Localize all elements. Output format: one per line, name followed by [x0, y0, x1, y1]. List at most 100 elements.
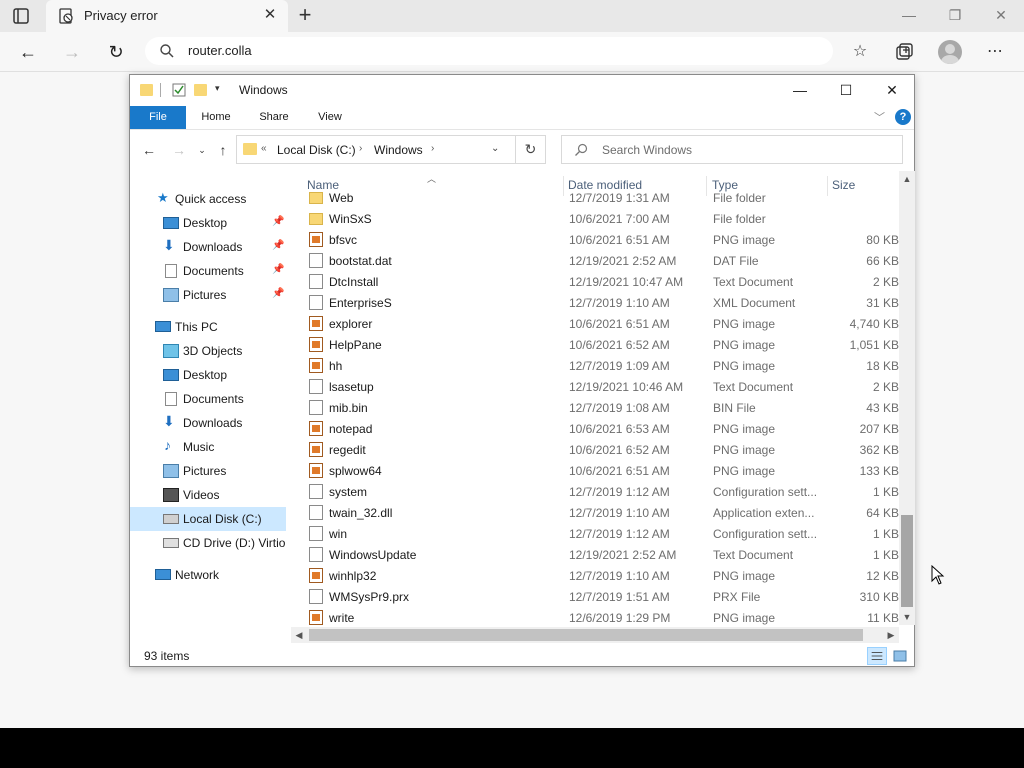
scroll-down-icon[interactable]: ▼ — [899, 609, 915, 625]
collections-icon[interactable] — [892, 40, 916, 64]
file-row[interactable]: system 12/7/2019 1:12 AM Configuration set… — [291, 481, 901, 502]
nav-3d-objects[interactable]: 3D Objects — [130, 339, 286, 363]
nav-pictures[interactable]: Pictures — [130, 459, 286, 483]
new-folder-icon[interactable] — [194, 84, 207, 96]
nav-network[interactable]: Network — [130, 563, 286, 587]
file-row[interactable]: EnterpriseS 12/7/2019 1:10 AM XML Document… — [291, 292, 901, 313]
horizontal-scrollbar[interactable]: ◀ ▶ — [291, 627, 899, 643]
back-button[interactable]: ← — [139, 140, 159, 160]
search-input[interactable]: Search Windows — [561, 135, 903, 164]
file-row[interactable]: splwow64 10/6/2021 6:51 AM PNG image 133 KB — [291, 460, 901, 481]
file-row[interactable]: WindowsUpdate 12/19/2021 2:52 AM Text Docu… — [291, 544, 901, 565]
more-options-icon[interactable]: ⋯ — [983, 40, 1007, 64]
file-row[interactable]: twain_32.dll 12/7/2019 1:10 AM Application… — [291, 502, 901, 523]
pin-icon[interactable]: 📌 — [272, 288, 284, 299]
breadcrumb-local-disk[interactable]: Local Disk (C:) — [277, 143, 356, 157]
up-button[interactable]: ↑ — [213, 140, 233, 160]
tab-view[interactable]: View — [308, 106, 352, 129]
help-icon[interactable]: ? — [895, 109, 911, 125]
file-row[interactable]: winhlp32 12/7/2019 1:10 AM PNG image 12 KB — [291, 565, 901, 586]
refresh-button[interactable]: ↻ — [516, 135, 546, 164]
nav-downloads[interactable]: ⬇ Downloads — [130, 411, 286, 435]
overflow-chevron-icon[interactable]: « — [261, 143, 267, 154]
nav-quick-downloads[interactable]: ⬇ Downloads 📌 — [130, 235, 286, 259]
refresh-button[interactable]: ↻ — [104, 40, 128, 64]
file-row[interactable]: write 12/6/2019 1:29 PM PNG image 11 KB — [291, 607, 901, 627]
nav-quick-pictures[interactable]: Pictures 📌 — [130, 283, 286, 307]
chevron-down-icon[interactable]: ⌄ — [491, 143, 499, 154]
tab-file[interactable]: File — [130, 106, 186, 129]
nav-documents[interactable]: Documents — [130, 387, 286, 411]
nav-videos[interactable]: Videos — [130, 483, 286, 507]
back-button[interactable]: ← — [16, 40, 40, 64]
breadcrumb-windows[interactable]: Windows — [374, 143, 423, 157]
favorites-star-icon[interactable]: ☆ — [848, 40, 872, 64]
breadcrumb-separator-icon[interactable]: › — [431, 143, 434, 154]
file-row[interactable]: regedit 10/6/2021 6:52 AM PNG image 362 KB — [291, 439, 901, 460]
file-row[interactable]: win 12/7/2019 1:12 AM Configuration sett..… — [291, 523, 901, 544]
browser-tab[interactable]: Privacy error ✕ — [46, 0, 288, 32]
close-icon[interactable]: ✕ — [869, 75, 915, 105]
nav-cd-drive[interactable]: CD Drive (D:) Virtio — [130, 531, 286, 555]
new-tab-button[interactable]: + — [294, 4, 316, 26]
file-name: hh — [329, 359, 343, 373]
cd-drive-icon — [163, 538, 179, 548]
address-bar[interactable]: router.colla — [145, 37, 833, 65]
file-row[interactable]: WMSysPr9.prx 12/7/2019 1:51 AM PRX File 310… — [291, 586, 901, 607]
expand-ribbon-icon[interactable]: ﹀ — [874, 109, 885, 125]
pin-icon[interactable]: 📌 — [272, 240, 284, 251]
nav-quick-desktop[interactable]: Desktop 📌 — [130, 211, 286, 235]
vertical-scrollbar[interactable]: ▲ ▼ — [899, 171, 915, 625]
documents-icon — [165, 264, 177, 278]
file-name: lsasetup — [329, 380, 374, 394]
file-row[interactable]: bfsvc 10/6/2021 6:51 AM PNG image 80 KB — [291, 229, 901, 250]
file-row[interactable]: mib.bin 12/7/2019 1:08 AM BIN File 43 KB — [291, 397, 901, 418]
file-row[interactable]: lsasetup 12/19/2021 10:46 AM Text Document… — [291, 376, 901, 397]
breadcrumb-separator-icon[interactable]: › — [359, 143, 362, 154]
file-row[interactable]: explorer 10/6/2021 6:51 AM PNG image 4,740 … — [291, 313, 901, 334]
file-row[interactable]: bootstat.dat 12/19/2021 2:52 AM DAT File 66… — [291, 250, 901, 271]
tab-actions-icon[interactable] — [12, 7, 30, 25]
nav-this-pc[interactable]: This PC — [130, 315, 286, 339]
tab-share[interactable]: Share — [252, 106, 296, 129]
close-tab-icon[interactable]: ✕ — [262, 7, 278, 23]
forward-button[interactable]: → — [60, 40, 84, 64]
tab-home[interactable]: Home — [194, 106, 238, 129]
nav-desktop[interactable]: Desktop — [130, 363, 286, 387]
customize-qat-icon[interactable]: ▾ — [215, 83, 220, 94]
file-row[interactable]: hh 12/7/2019 1:09 AM PNG image 18 KB — [291, 355, 901, 376]
minimize-icon[interactable]: — — [898, 5, 920, 25]
pin-icon[interactable]: 📌 — [272, 264, 284, 275]
forward-button[interactable]: → — [169, 140, 189, 160]
file-row[interactable]: notepad 10/6/2021 6:53 AM PNG image 207 KB — [291, 418, 901, 439]
scrollbar-thumb[interactable] — [309, 629, 863, 641]
file-date: 12/7/2019 1:12 AM — [569, 527, 670, 541]
close-window-icon[interactable]: ✕ — [990, 5, 1012, 25]
maximize-icon[interactable]: ☐ — [823, 75, 869, 105]
scrollbar-thumb[interactable] — [901, 515, 913, 607]
large-icons-view-icon[interactable] — [890, 647, 910, 665]
nav-quick-documents[interactable]: Documents 📌 — [130, 259, 286, 283]
file-type: DAT File — [713, 254, 759, 268]
address-breadcrumb[interactable]: « Local Disk (C:) › Windows › ⌄ — [236, 135, 516, 164]
drive-icon — [163, 514, 179, 524]
nav-local-disk[interactable]: Local Disk (C:) — [130, 507, 286, 531]
file-row[interactable]: WinSxS 10/6/2021 7:00 AM File folder — [291, 208, 901, 229]
file-type: BIN File — [713, 401, 756, 415]
file-type: PNG image — [713, 443, 776, 457]
nav-music[interactable]: ♪ Music — [130, 435, 286, 459]
scroll-up-icon[interactable]: ▲ — [899, 171, 915, 187]
details-view-icon[interactable] — [867, 647, 887, 665]
pin-icon[interactable]: 📌 — [272, 216, 284, 227]
scroll-right-icon[interactable]: ▶ — [883, 627, 899, 643]
minimize-icon[interactable]: — — [777, 75, 823, 105]
scroll-left-icon[interactable]: ◀ — [291, 627, 307, 643]
recent-locations-icon[interactable]: ⌄ — [192, 140, 212, 160]
profile-avatar[interactable] — [938, 40, 962, 64]
file-row[interactable]: HelpPane 10/6/2021 6:52 AM PNG image 1,051 … — [291, 334, 901, 355]
restore-icon[interactable]: ❐ — [944, 5, 966, 25]
nav-quick-access[interactable]: ★ Quick access — [130, 187, 286, 211]
properties-icon[interactable] — [172, 83, 186, 97]
file-row[interactable]: DtcInstall 12/19/2021 10:47 AM Text Docume… — [291, 271, 901, 292]
file-row[interactable]: Web 12/7/2019 1:31 AM File folder — [291, 187, 901, 208]
